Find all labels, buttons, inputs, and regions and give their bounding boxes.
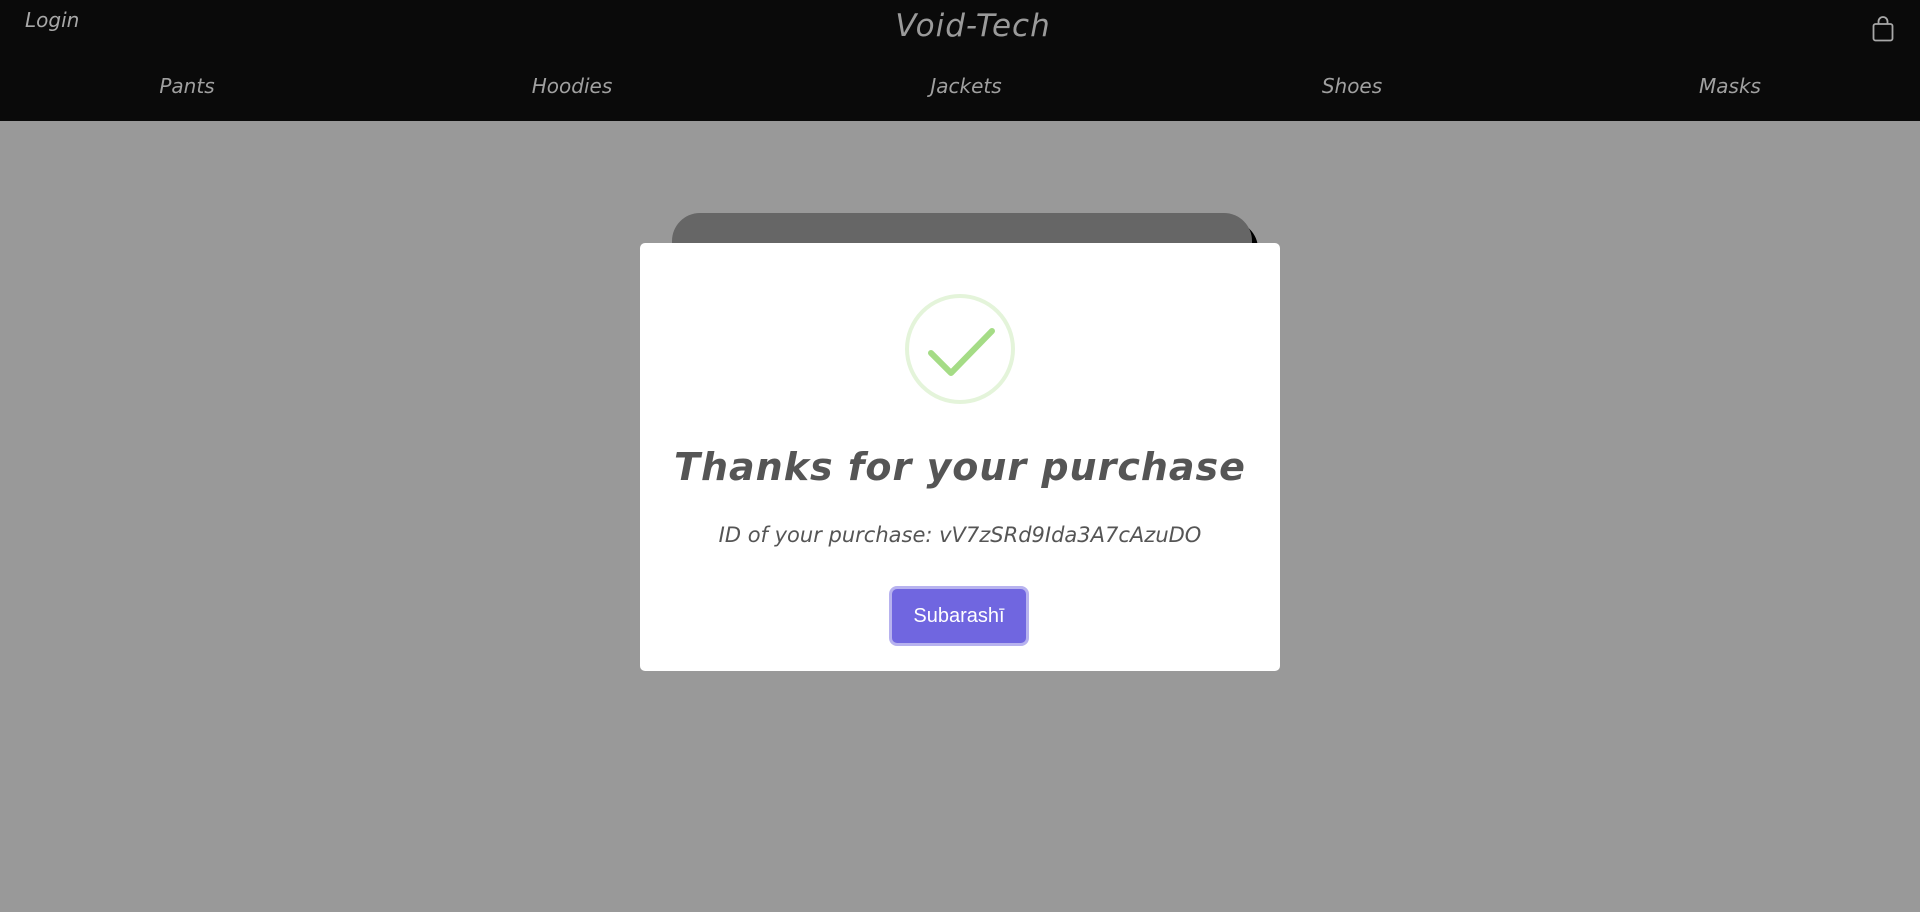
brand-title[interactable]: Void-Tech: [0, 8, 1920, 44]
nav-item-jackets[interactable]: Jackets: [930, 74, 1001, 98]
confirm-button[interactable]: Subarashī: [892, 589, 1026, 643]
nav-item-pants[interactable]: Pants: [159, 74, 214, 98]
nav-item-hoodies[interactable]: Hoodies: [532, 74, 613, 98]
category-nav: Pants Hoodies Jackets Shoes Masks: [0, 74, 1920, 104]
nav-item-masks[interactable]: Masks: [1699, 74, 1761, 98]
success-check-icon: [904, 293, 1016, 405]
dialog-title: Thanks for your purchase: [674, 445, 1246, 489]
top-header: Login Void-Tech Pants Hoodies Jackets Sh…: [0, 0, 1920, 121]
purchase-id-text: ID of your purchase: vV7zSRd9Ida3A7cAzuD…: [718, 523, 1202, 547]
shopping-bag-icon[interactable]: [1872, 16, 1894, 42]
purchase-success-dialog: Thanks for your purchase ID of your purc…: [640, 243, 1280, 671]
nav-item-shoes[interactable]: Shoes: [1322, 74, 1382, 98]
